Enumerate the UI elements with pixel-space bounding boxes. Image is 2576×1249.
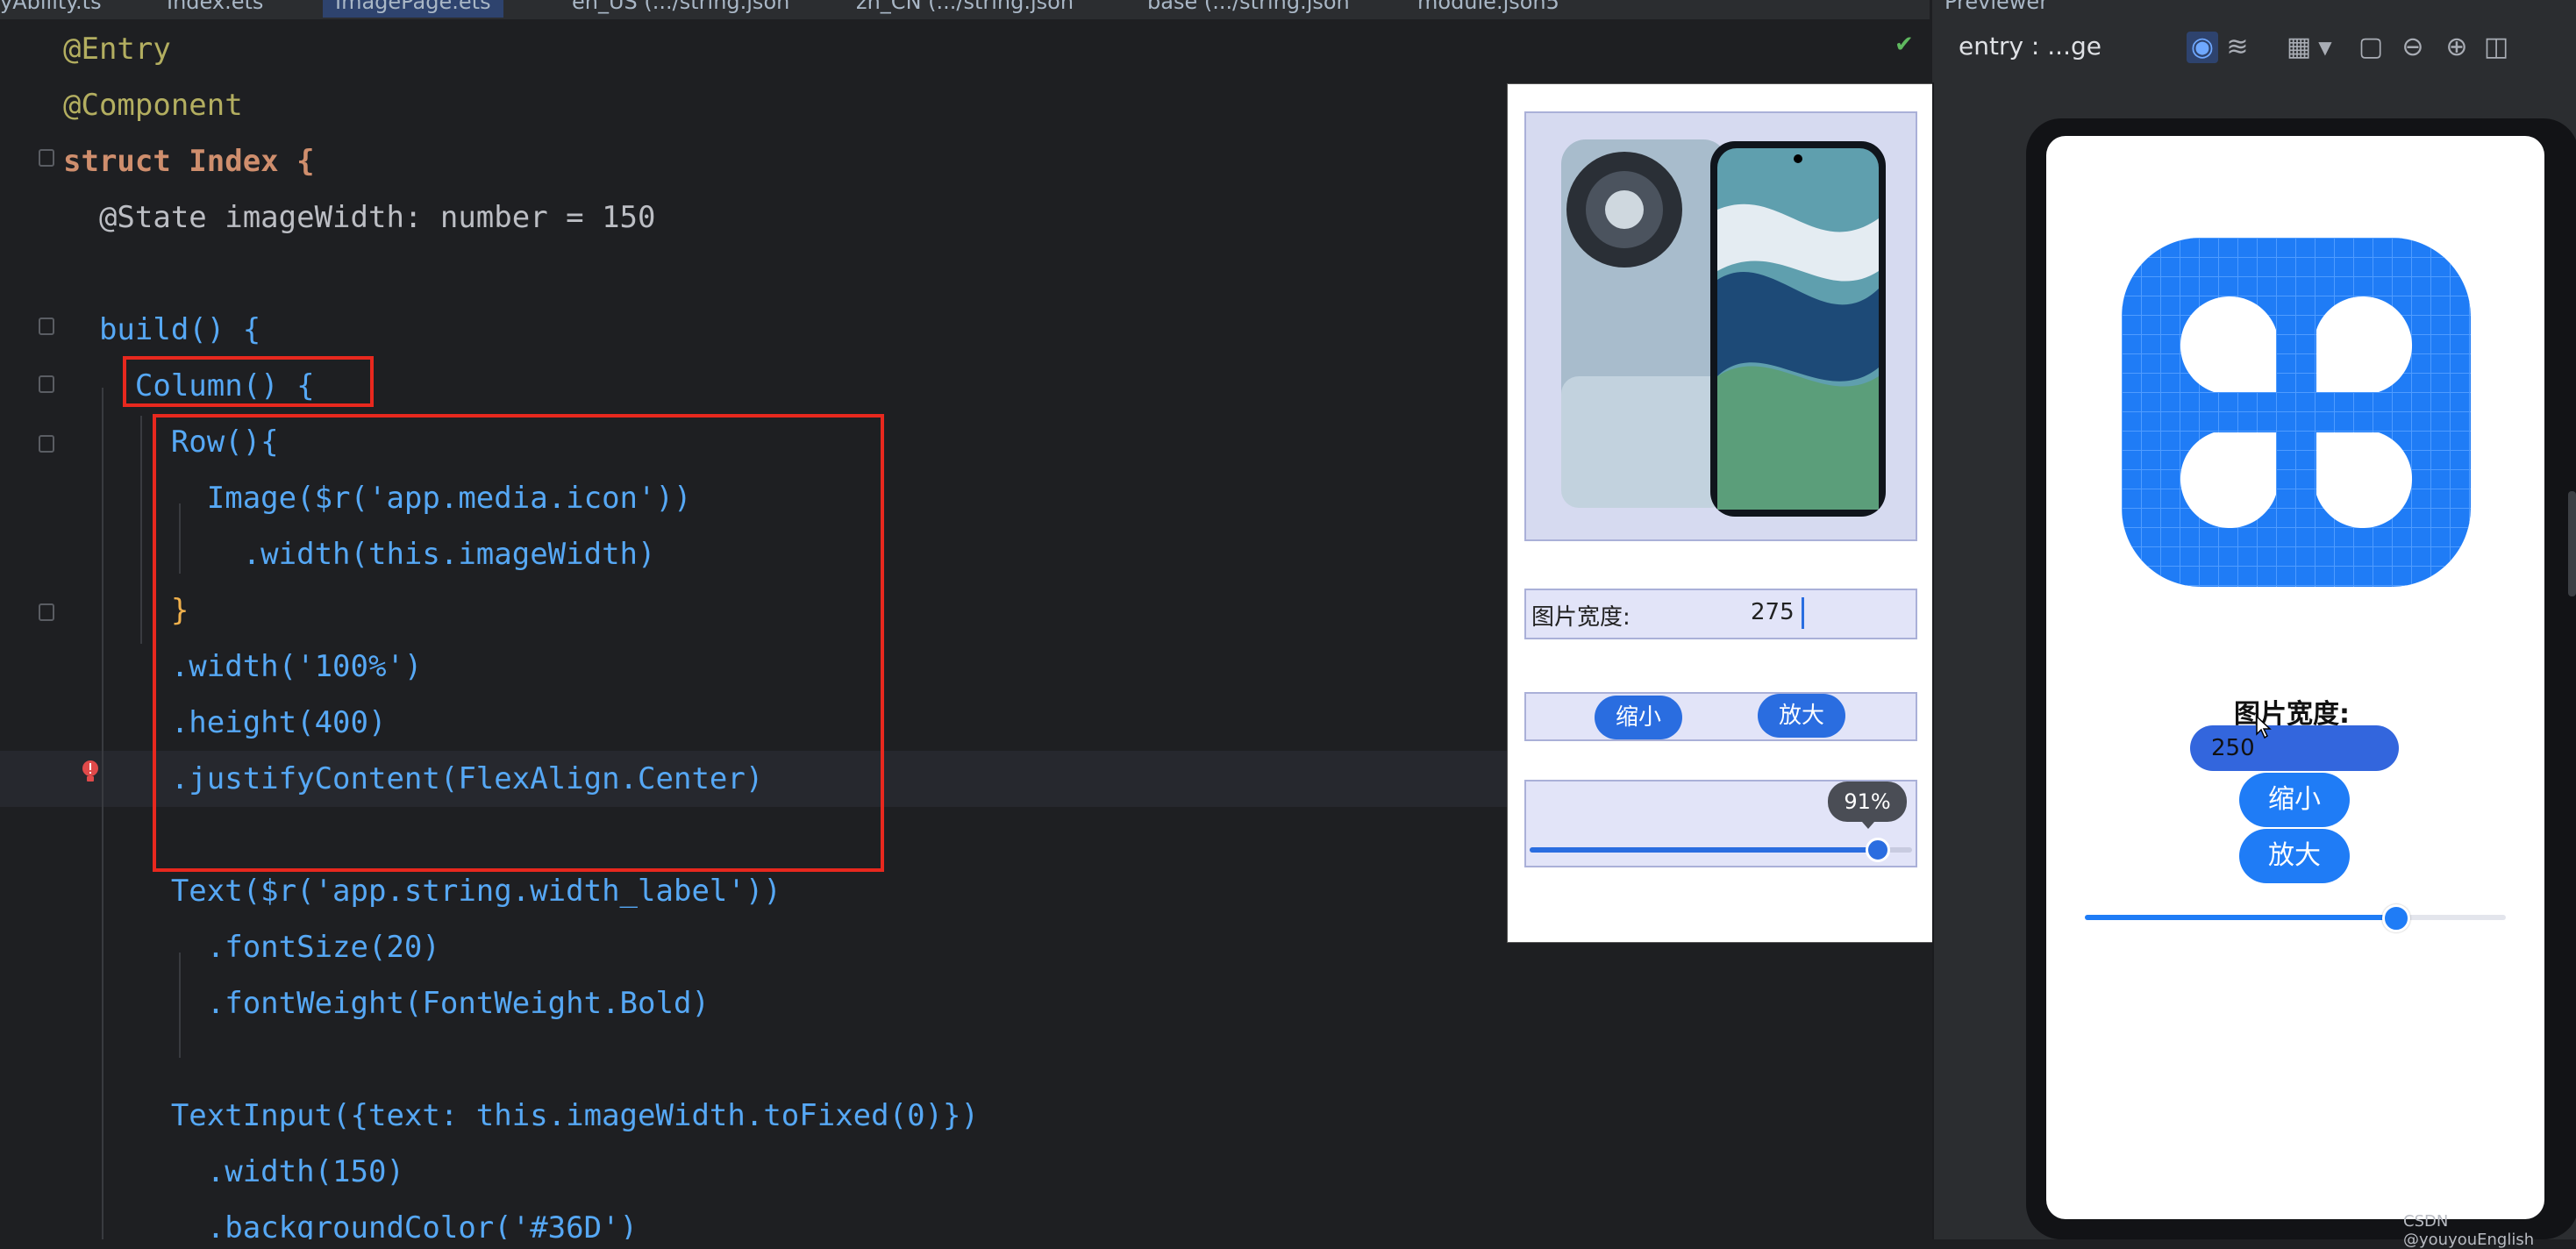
inline-slider-row: 91%: [1524, 780, 1917, 867]
code-text: .fontSize(20): [63, 930, 440, 965]
previewer-toolbar: entry : ...ge ◉ ≋ ▦ ▼ ▢ ⊖ ⊕ ◫: [1932, 19, 2576, 82]
column-highlight-box: [123, 356, 374, 407]
code-line-21: .width(150): [0, 1144, 404, 1200]
zoom-out-icon[interactable]: ⊖: [2397, 32, 2429, 63]
code-text: Text($r('app.string.width_label')): [63, 874, 781, 909]
code-line-17: .fontSize(20): [0, 919, 440, 975]
code-text: .fontWeight(FontWeight.Bold): [63, 986, 710, 1021]
code-line-4: @State imageWidth: number = 150: [0, 189, 656, 246]
text-cursor: [1802, 597, 1804, 629]
code-text: build() {: [63, 312, 261, 347]
chevron-down-icon[interactable]: ▼: [2309, 32, 2341, 63]
code-line-20: TextInput({text: this.imageWidth.toFixed…: [0, 1088, 979, 1144]
inline-width-label: 图片宽度:: [1531, 604, 1631, 631]
slider-tooltip-arrow: [1862, 822, 1874, 829]
code-text: .width(150): [63, 1154, 404, 1189]
layers-icon[interactable]: ≋: [2222, 32, 2253, 63]
mouse-cursor-icon: [2255, 715, 2273, 739]
inline-width-input[interactable]: 275: [1751, 599, 1795, 625]
editor-tab-bar: yAbility.ts Index.ets ImagePage.ets en_U…: [0, 0, 1930, 20]
watermark-text: CSDN @youyouEnglish: [2403, 1212, 2535, 1249]
inline-slider-fill: [1530, 847, 1878, 853]
tab-module-json5[interactable]: module.json5: [1417, 0, 1559, 18]
code-line-22: .backgroundColor('#36D'): [0, 1200, 638, 1239]
inline-slider-thumb[interactable]: [1866, 838, 1890, 862]
slider-tooltip: 91%: [1828, 782, 1907, 822]
inspector-icon[interactable]: ◉: [2187, 32, 2218, 63]
row-highlight-box: [153, 414, 884, 872]
tab-en-us-string[interactable]: en_US (.../string.json: [572, 0, 789, 18]
code-line-1: @Entry: [0, 21, 171, 77]
inline-enlarge-button[interactable]: 放大: [1758, 694, 1845, 738]
width-slider-thumb[interactable]: [2382, 904, 2410, 932]
code-text: @Entry: [63, 32, 171, 67]
code-text: @State imageWidth: number = 150: [63, 200, 656, 235]
inline-width-row: 图片宽度: 275: [1524, 589, 1917, 639]
code-line-18: .fontWeight(FontWeight.Bold): [0, 975, 710, 1031]
tab-yability[interactable]: yAbility.ts: [0, 0, 102, 18]
tab-imagepage-ets[interactable]: ImagePage.ets: [323, 0, 503, 18]
width-input[interactable]: 250: [2190, 725, 2399, 771]
code-text: TextInput({text: this.imageWidth.toFixed…: [63, 1098, 979, 1133]
tab-zh-cn-string[interactable]: zh_CN (.../string.json: [856, 0, 1074, 18]
rotate-icon[interactable]: ▢: [2355, 32, 2387, 63]
code-line-6: build() {: [0, 302, 260, 358]
enlarge-button[interactable]: 放大: [2239, 829, 2350, 883]
device-selector[interactable]: entry : ...ge: [1959, 32, 2101, 61]
tab-index-ets[interactable]: Index.ets: [167, 0, 263, 18]
width-slider-fill: [2085, 915, 2396, 920]
zoom-in-icon[interactable]: ⊕: [2441, 32, 2473, 63]
tab-base-string[interactable]: base (.../string.json: [1147, 0, 1350, 18]
device-screen: 图片宽度: 250 缩小 放大: [2046, 136, 2544, 1219]
fit-icon[interactable]: ◫: [2480, 32, 2512, 63]
inline-button-row: 缩小 放大: [1524, 692, 1917, 741]
code-text: struct Index {: [63, 144, 315, 179]
shrink-button[interactable]: 缩小: [2239, 773, 2350, 827]
code-line-2: @Component: [0, 77, 243, 133]
inline-shrink-button[interactable]: 缩小: [1595, 696, 1682, 739]
inspection-ok-icon[interactable]: ✔: [1895, 32, 1919, 58]
code-line-3: struct Index {: [0, 133, 315, 189]
code-text: .backgroundColor('#36D'): [63, 1210, 639, 1239]
previewer-title-bar: Previewer: [1932, 0, 2576, 19]
side-handle[interactable]: [2568, 491, 2576, 596]
app-icon-image: [2122, 238, 2471, 587]
code-text: @Component: [63, 88, 243, 123]
phone-product-image: [1524, 111, 1917, 541]
previewer-title: Previewer: [1944, 0, 2049, 14]
